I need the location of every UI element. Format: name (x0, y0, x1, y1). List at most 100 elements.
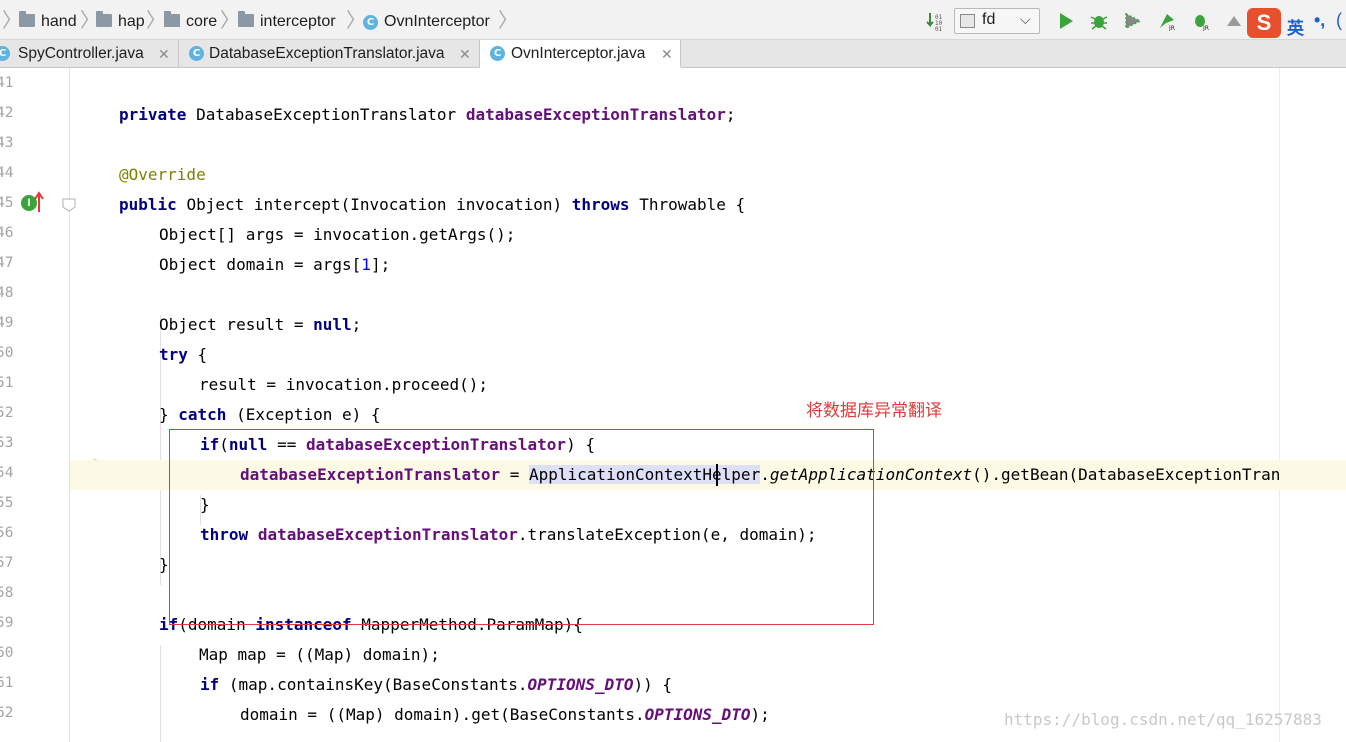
code-text: result = invocation.proceed(); (199, 375, 488, 394)
line-number: 58 (0, 585, 14, 601)
code-text: Map map = ((Map) domain); (199, 645, 440, 664)
indent-guide (160, 645, 161, 742)
jrebel-debug-icon[interactable]: JR (1191, 11, 1211, 31)
code-text: } (159, 555, 169, 574)
code-text: ; (351, 315, 362, 334)
type-name: DatabaseExceptionTranslator (196, 105, 457, 124)
highlight-box (169, 429, 874, 625)
svg-text:JR: JR (1168, 25, 1175, 31)
breadcrumb-chevron-icon: 〉 (146, 10, 166, 32)
keyword: null (313, 315, 352, 334)
close-icon[interactable]: ✕ (459, 40, 471, 68)
line-number: 43 (0, 135, 14, 151)
editor-tabs: C SpyController.java ✕ C DatabaseExcepti… (0, 40, 1346, 68)
code-line-61[interactable]: if (map.containsKey(BaseConstants.OPTION… (200, 670, 1346, 700)
breadcrumb-item-interceptor[interactable]: interceptor (260, 11, 336, 33)
code-text: Object domain = args[ (159, 255, 362, 274)
code-line-42[interactable]: private DatabaseExceptionTranslator data… (119, 100, 1346, 130)
code-text: } (159, 405, 179, 424)
keyword: public (119, 195, 177, 214)
close-icon[interactable]: ✕ (158, 40, 170, 68)
class-icon: C (490, 46, 505, 61)
class-icon: C (363, 15, 378, 30)
keyword: try (159, 345, 188, 364)
code-text: ]; (370, 255, 391, 274)
code-line-45[interactable]: public Object intercept(Invocation invoc… (119, 190, 1346, 220)
line-number: 50 (0, 345, 14, 361)
code-line-60[interactable]: Map map = ((Map) domain); (199, 640, 1346, 670)
keyword: catch (178, 405, 227, 424)
folder-icon (238, 11, 254, 27)
debug-icon[interactable] (1089, 11, 1109, 31)
class-icon: C (0, 46, 10, 61)
ime-language-label[interactable]: 英 (1287, 14, 1304, 39)
code-line-47[interactable]: Object domain = args[1]; (159, 250, 1346, 280)
code-line-51[interactable]: result = invocation.proceed(); (199, 370, 1346, 400)
code-line-52[interactable]: } catch (Exception e) { (159, 400, 1346, 430)
code-editor[interactable]: private DatabaseExceptionTranslator data… (70, 68, 1346, 742)
run-config-select[interactable]: fd ⌵ (954, 8, 1040, 34)
coverage-icon[interactable] (1123, 11, 1143, 31)
code-line-46[interactable]: Object[] args = invocation.getArgs(); (159, 220, 1346, 250)
code-line-44[interactable]: @Override (119, 160, 1346, 190)
breadcrumb-item-hand[interactable]: hand (41, 11, 77, 33)
number-literal: 1 (361, 255, 371, 274)
code-text: (map.containsKey(BaseConstants. (219, 675, 528, 694)
breadcrumb-item-core[interactable]: core (186, 11, 217, 33)
code-text: { (187, 345, 208, 364)
code-text: (Exception e) { (226, 405, 381, 424)
breadcrumb-item-hap[interactable]: hap (118, 11, 145, 33)
tab-ovninterceptor[interactable]: C OvnInterceptor.java ✕ (480, 40, 681, 68)
ime-punctuation-icon[interactable]: •, (1314, 10, 1325, 31)
close-icon[interactable]: ✕ (661, 40, 673, 68)
update-icon[interactable] (1224, 11, 1244, 31)
tab-spycontroller[interactable]: C SpyController.java ✕ (0, 40, 179, 68)
svg-text:01: 01 (935, 26, 943, 31)
ime-more-icon[interactable]: ( (1336, 10, 1342, 31)
line-number: 52 (0, 405, 14, 421)
code-line-50[interactable]: try { (159, 340, 1346, 370)
method-signature: Object intercept(Invocation invocation) (186, 195, 563, 214)
folder-icon (19, 11, 35, 27)
code-line-49[interactable]: Object result = null; (159, 310, 1346, 340)
tab-databaseexceptiontranslator[interactable]: C DatabaseExceptionTranslator.java ✕ (179, 40, 480, 68)
build-icon[interactable]: 01 10 01 (926, 11, 946, 31)
line-number: 56 (0, 525, 14, 541)
static-constant: OPTIONS_DTO (644, 705, 751, 724)
line-number: 61 (0, 675, 14, 691)
line-number: 44 (0, 165, 14, 181)
line-number: 57 (0, 555, 14, 571)
navigation-bar: 〉 hand 〉 hap 〉 core 〉 interceptor 〉 C Ov… (0, 0, 1346, 40)
line-number: 47 (0, 255, 14, 271)
jrebel-run-icon[interactable]: JR (1157, 11, 1177, 31)
breadcrumb-chevron-icon: 〉 (80, 10, 100, 32)
breadcrumb-item-ovninterceptor[interactable]: OvnInterceptor (384, 11, 490, 33)
line-number: 54 (0, 465, 14, 481)
line-number: 59 (0, 615, 14, 631)
breadcrumb-chevron-icon: 〉 (498, 10, 518, 32)
line-number: 46 (0, 225, 14, 241)
folder-icon (96, 11, 112, 27)
code-text: Throwable { (639, 195, 746, 214)
punctuation: ; (725, 105, 736, 124)
tab-label: OvnInterceptor.java (511, 45, 646, 62)
line-number: 45 (0, 195, 14, 211)
code-text: Object[] args = invocation.getArgs(); (159, 225, 516, 244)
run-config-label: fd (982, 11, 996, 28)
line-number: 48 (0, 285, 14, 301)
line-number: 60 (0, 645, 14, 661)
watermark: https://blog.csdn.net/qq_16257883 (1004, 710, 1322, 729)
keyword: if (200, 675, 220, 694)
ime-logo-icon[interactable]: S (1247, 8, 1281, 38)
line-number: 55 (0, 495, 14, 511)
code-text: Object result = (159, 315, 314, 334)
tab-label: DatabaseExceptionTranslator.java (209, 45, 445, 62)
breadcrumb-chevron-icon: 〉 (346, 10, 366, 32)
config-icon (960, 14, 975, 28)
override-arrow-icon[interactable] (34, 191, 44, 213)
keyword: throws (571, 195, 630, 214)
line-number: 49 (0, 315, 14, 331)
run-icon[interactable] (1056, 11, 1076, 31)
annotation: @Override (119, 165, 206, 184)
breadcrumb-chevron-icon: 〉 (2, 10, 22, 32)
